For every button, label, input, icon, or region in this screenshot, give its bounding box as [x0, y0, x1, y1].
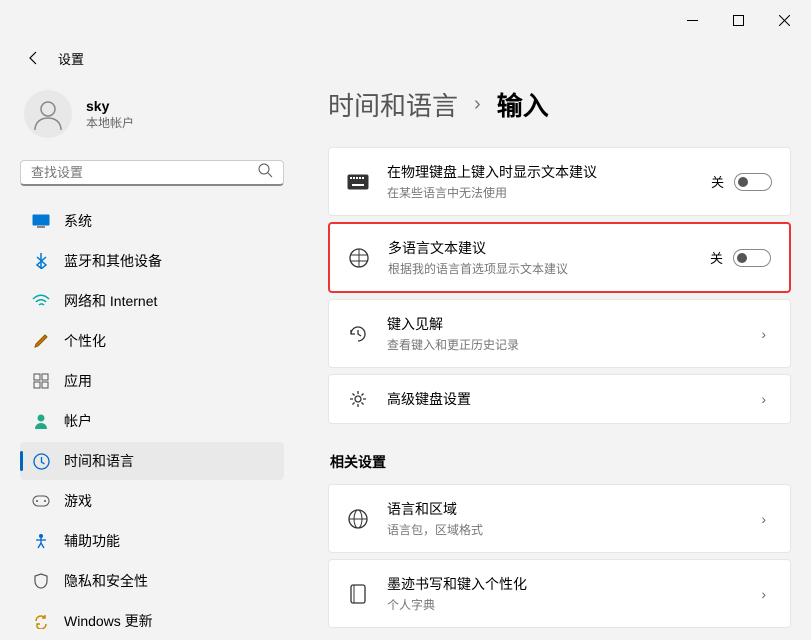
person-icon	[32, 412, 50, 430]
nav-label: 网络和 Internet	[64, 291, 157, 311]
close-button[interactable]	[761, 4, 807, 36]
toggle-label: 关	[710, 248, 723, 267]
apps-icon	[32, 372, 50, 390]
update-icon	[32, 612, 50, 630]
card-language-region[interactable]: 语言和区域语言包，区域格式 ›	[328, 484, 791, 553]
search-box[interactable]	[20, 160, 284, 186]
window-titlebar	[0, 0, 811, 40]
toggle-label: 关	[711, 172, 724, 191]
user-name: sky	[86, 98, 134, 114]
user-block[interactable]: sky 本地帐户	[20, 84, 284, 152]
main-content: 时间和语言 › 输入 在物理键盘上键入时显示文本建议在某些语言中无法使用 关 多…	[300, 76, 811, 640]
nav-label: 游戏	[64, 491, 92, 511]
keyboard-icon	[347, 174, 369, 190]
nav-update[interactable]: Windows 更新	[20, 602, 284, 640]
nav-privacy[interactable]: 隐私和安全性	[20, 562, 284, 600]
globe-clock-icon	[32, 452, 50, 470]
breadcrumb: 时间和语言 › 输入	[328, 86, 791, 123]
card-sub: 查看键入和更正历史记录	[387, 336, 737, 353]
nav-label: 个性化	[64, 331, 106, 351]
card-title: 键入见解	[387, 314, 737, 334]
card-title: 墨迹书写和键入个性化	[387, 574, 737, 594]
nav-label: 辅助功能	[64, 531, 120, 551]
bluetooth-icon	[32, 252, 50, 270]
globe-language-icon	[347, 508, 369, 530]
wifi-icon	[32, 292, 50, 310]
dictionary-icon	[347, 584, 369, 604]
card-sub: 根据我的语言首选项显示文本建议	[388, 260, 692, 277]
toggle-switch[interactable]	[733, 249, 771, 267]
nav-accessibility[interactable]: 辅助功能	[20, 522, 284, 560]
chevron-right-icon: ›	[755, 326, 772, 342]
nav-apps[interactable]: 应用	[20, 362, 284, 400]
back-button[interactable]	[18, 42, 50, 74]
breadcrumb-current: 输入	[497, 86, 549, 123]
nav-label: 系统	[64, 211, 92, 231]
breadcrumb-parent[interactable]: 时间和语言	[328, 86, 458, 123]
topbar: 设置	[0, 40, 811, 76]
sidebar: sky 本地帐户 系统 蓝牙和其他设备 网络和 Internet 个性化 应用 …	[0, 76, 300, 640]
gear-icon	[347, 389, 369, 409]
card-title: 在物理键盘上键入时显示文本建议	[387, 162, 693, 182]
nav-label: 应用	[64, 371, 92, 391]
nav-label: 隐私和安全性	[64, 571, 148, 591]
history-icon	[347, 324, 369, 344]
nav-system[interactable]: 系统	[20, 202, 284, 240]
user-sub: 本地帐户	[86, 114, 134, 131]
section-related: 相关设置	[330, 452, 791, 472]
accessibility-icon	[32, 532, 50, 550]
brush-icon	[32, 332, 50, 350]
nav-network[interactable]: 网络和 Internet	[20, 282, 284, 320]
chevron-right-icon: ›	[755, 391, 772, 407]
nav-label: 帐户	[64, 411, 92, 431]
card-title: 多语言文本建议	[388, 238, 692, 258]
chevron-right-icon: ›	[755, 511, 772, 527]
card-typing-insights[interactable]: 键入见解查看键入和更正历史记录 ›	[328, 299, 791, 368]
toggle-switch[interactable]	[734, 173, 772, 191]
nav-label: 蓝牙和其他设备	[64, 251, 162, 271]
nav-label: Windows 更新	[64, 611, 153, 631]
card-sub: 语言包，区域格式	[387, 521, 737, 538]
gamepad-icon	[32, 492, 50, 510]
card-ink-personalization[interactable]: 墨迹书写和键入个性化个人字典 ›	[328, 559, 791, 628]
nav-label: 时间和语言	[64, 451, 134, 471]
card-sub: 个人字典	[387, 596, 737, 613]
search-input[interactable]	[31, 165, 258, 180]
shield-icon	[32, 572, 50, 590]
card-title: 高级键盘设置	[387, 389, 737, 409]
language-icon	[348, 247, 370, 269]
maximize-button[interactable]	[715, 4, 761, 36]
card-advanced-keyboard[interactable]: 高级键盘设置 ›	[328, 374, 791, 424]
search-icon	[258, 163, 273, 183]
chevron-right-icon: ›	[474, 93, 481, 116]
card-multilang-suggestions[interactable]: 多语言文本建议根据我的语言首选项显示文本建议 关	[328, 222, 791, 293]
nav-gaming[interactable]: 游戏	[20, 482, 284, 520]
chevron-right-icon: ›	[755, 586, 772, 602]
card-title: 语言和区域	[387, 499, 737, 519]
minimize-button[interactable]	[669, 4, 715, 36]
app-title: 设置	[58, 49, 84, 68]
avatar	[24, 90, 72, 138]
nav-time-language[interactable]: 时间和语言	[20, 442, 284, 480]
nav-personalization[interactable]: 个性化	[20, 322, 284, 360]
nav: 系统 蓝牙和其他设备 网络和 Internet 个性化 应用 帐户 时间和语言 …	[20, 202, 284, 640]
card-kb-suggestions[interactable]: 在物理键盘上键入时显示文本建议在某些语言中无法使用 关	[328, 147, 791, 216]
nav-accounts[interactable]: 帐户	[20, 402, 284, 440]
card-sub: 在某些语言中无法使用	[387, 184, 693, 201]
nav-bluetooth[interactable]: 蓝牙和其他设备	[20, 242, 284, 280]
display-icon	[32, 212, 50, 230]
